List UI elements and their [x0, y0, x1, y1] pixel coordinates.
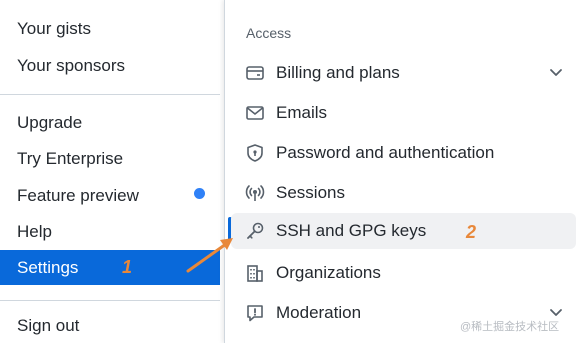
- menu-item-try-enterprise[interactable]: Try Enterprise: [17, 149, 123, 169]
- credit-card-icon: [246, 66, 264, 80]
- report-icon: [247, 305, 263, 322]
- sidebar-item-label: Billing and plans: [276, 63, 400, 82]
- sidebar-item-organizations[interactable]: Organizations: [231, 255, 576, 291]
- sidebar-item-label: Emails: [276, 103, 328, 122]
- sidebar-item-emails[interactable]: Emails: [231, 95, 576, 131]
- user-dropdown-menu: Your gists Your sponsors Upgrade Try Ent…: [0, 0, 220, 343]
- menu-item-feature-preview[interactable]: Feature preview: [17, 186, 139, 206]
- menu-item-help[interactable]: Help: [17, 222, 52, 242]
- menu-item-settings[interactable]: Settings 1: [0, 250, 220, 285]
- sidebar-item-label: Moderation: [276, 303, 362, 322]
- mail-icon: [246, 106, 264, 120]
- organization-icon: [247, 265, 263, 282]
- feature-preview-indicator-dot: [194, 188, 205, 199]
- sidebar-item-ssh-gpg-keys[interactable]: SSH and GPG keys: [231, 213, 576, 249]
- menu-item-settings-label: Settings: [17, 258, 79, 277]
- menu-item-your-sponsors[interactable]: Your sponsors: [17, 56, 125, 76]
- broadcast-icon: [245, 185, 265, 201]
- section-heading-access: Access: [246, 25, 292, 41]
- menu-item-your-gists[interactable]: Your gists: [17, 19, 91, 39]
- menu-item-upgrade[interactable]: Upgrade: [17, 113, 82, 133]
- sidebar-item-label: Sessions: [276, 183, 345, 202]
- step-marker-2: 2: [466, 222, 477, 242]
- sidebar-item-billing[interactable]: Billing and plans: [231, 55, 576, 91]
- step-marker-1: 1: [122, 257, 133, 277]
- watermark-text: @稀土掘金技术社区: [460, 321, 560, 333]
- sidebar-item-password-authentication[interactable]: Password and authentication: [231, 135, 576, 171]
- menu-divider: [0, 300, 220, 301]
- menu-divider: [0, 94, 220, 95]
- menu-item-sign-out[interactable]: Sign out: [17, 316, 79, 336]
- key-icon: [247, 222, 264, 239]
- sidebar-item-sessions[interactable]: Sessions: [231, 175, 576, 211]
- sidebar-item-label: SSH and GPG keys: [276, 221, 427, 240]
- settings-sidebar: [224, 0, 581, 343]
- sidebar-item-label: Organizations: [276, 263, 381, 282]
- chevron-down-icon[interactable]: [546, 63, 566, 83]
- sidebar-item-label: Password and authentication: [276, 143, 495, 162]
- shield-lock-icon: [247, 144, 263, 162]
